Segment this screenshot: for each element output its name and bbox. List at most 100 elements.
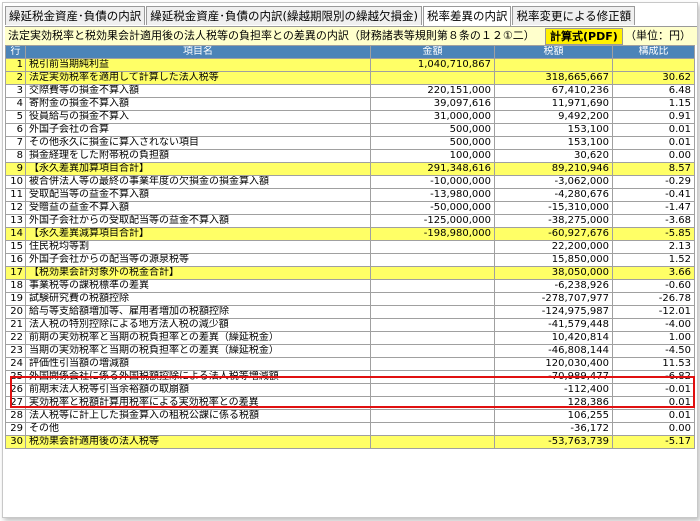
item-name-cell[interactable]: 法定実効税率を適用して計算した法人税等 xyxy=(25,71,371,85)
tab-deferred-tax-loss-carryforward[interactable]: 繰延税金資産･負債の内訳(繰越期限別の繰越欠損金) xyxy=(146,6,422,25)
item-name-cell[interactable]: 事業税等の課税標準の差異 xyxy=(25,279,371,293)
ratio-cell[interactable]: 0.91 xyxy=(612,110,695,124)
amount-cell[interactable]: 100,000 xyxy=(370,149,495,163)
item-name-cell[interactable]: 税引前当期純利益 xyxy=(25,58,371,72)
row-number-cell[interactable]: 21 xyxy=(5,318,26,332)
amount-cell[interactable]: 31,000,000 xyxy=(370,110,495,124)
table-row[interactable]: 9 【永久差異加算項目合計】 291,348,616 89,210,946 8.57 xyxy=(5,162,695,176)
table-row[interactable]: 15 住民税均等割 22,200,000 2.13 xyxy=(5,240,695,254)
item-name-cell[interactable]: その他永久に損金に算入されない項目 xyxy=(25,136,371,150)
tax-amount-cell[interactable]: -46,808,144 xyxy=(494,344,613,358)
tax-amount-cell[interactable]: -6,238,926 xyxy=(494,279,613,293)
row-number-cell[interactable]: 8 xyxy=(5,149,26,163)
table-row[interactable]: 21 法人税の特別控除による地方法人税の減少額 -41,579,448 -4.00 xyxy=(5,318,695,332)
row-number-cell[interactable]: 1 xyxy=(5,58,26,72)
row-number-cell[interactable]: 14 xyxy=(5,227,26,241)
item-name-cell[interactable]: 税効果会計適用後の法人税等 xyxy=(25,435,371,449)
amount-cell[interactable] xyxy=(370,357,495,371)
table-row[interactable]: 24 評価性引当額の増減額 120,030,400 11.53 xyxy=(5,357,695,371)
ratio-cell[interactable]: 1.52 xyxy=(612,253,695,267)
amount-cell[interactable] xyxy=(370,396,495,410)
tax-amount-cell[interactable]: -60,927,676 xyxy=(494,227,613,241)
table-row[interactable]: 16 外国子会社からの配当等の源泉税等 15,850,000 1.52 xyxy=(5,253,695,267)
tax-amount-cell[interactable]: -70,989,477 xyxy=(494,370,613,384)
table-row[interactable]: 1 税引前当期純利益 1,040,710,867 xyxy=(5,58,695,72)
ratio-cell[interactable]: 11.53 xyxy=(612,357,695,371)
amount-cell[interactable]: 500,000 xyxy=(370,136,495,150)
row-number-cell[interactable]: 3 xyxy=(5,84,26,98)
amount-cell[interactable] xyxy=(370,344,495,358)
table-row[interactable]: 17 【税効果会計対象外の税金合計】 38,050,000 3.66 xyxy=(5,266,695,280)
tax-amount-cell[interactable]: 22,200,000 xyxy=(494,240,613,254)
amount-cell[interactable] xyxy=(370,370,495,384)
formula-pdf-button[interactable]: 計算式(PDF) xyxy=(545,28,623,45)
ratio-cell[interactable]: 1.00 xyxy=(612,331,695,345)
tax-amount-cell[interactable]: -41,579,448 xyxy=(494,318,613,332)
tab-deferred-tax-breakdown[interactable]: 繰延税金資産･負債の内訳 xyxy=(5,6,146,25)
row-number-cell[interactable]: 23 xyxy=(5,344,26,358)
row-number-cell[interactable]: 20 xyxy=(5,305,26,319)
tab-tax-rate-change-adjustment[interactable]: 税率変更による修正額 xyxy=(512,6,636,25)
ratio-cell[interactable]: 0.01 xyxy=(612,123,695,137)
ratio-cell[interactable]: 30.62 xyxy=(612,71,695,85)
tax-amount-cell[interactable]: -38,275,000 xyxy=(494,214,613,228)
row-number-cell[interactable]: 29 xyxy=(5,422,26,436)
ratio-cell[interactable]: -0.01 xyxy=(612,383,695,397)
amount-cell[interactable] xyxy=(370,409,495,423)
tax-amount-cell[interactable]: 9,492,200 xyxy=(494,110,613,124)
tax-amount-cell[interactable]: -36,172 xyxy=(494,422,613,436)
ratio-cell[interactable]: -12.01 xyxy=(612,305,695,319)
amount-cell[interactable] xyxy=(370,266,495,280)
item-name-cell[interactable]: 損金経理をした附帯税の負担額 xyxy=(25,149,371,163)
table-row[interactable]: 4 寄附金の損金不算入額 39,097,616 11,971,690 1.15 xyxy=(5,97,695,111)
item-name-cell[interactable]: 当期の実効税率と当期の税負担率との差異（繰延税金） xyxy=(25,344,371,358)
table-row[interactable]: 19 試験研究費の税額控除 -278,707,977 -26.78 xyxy=(5,292,695,306)
ratio-cell[interactable]: -1.47 xyxy=(612,201,695,215)
tax-amount-cell[interactable]: -4,280,676 xyxy=(494,188,613,202)
item-name-cell[interactable]: 役員給与の損金不算入 xyxy=(25,110,371,124)
item-name-cell[interactable]: 外国子会社からの配当等の源泉税等 xyxy=(25,253,371,267)
amount-cell[interactable] xyxy=(370,422,495,436)
table-row[interactable]: 2 法定実効税率を適用して計算した法人税等 318,665,667 30.62 xyxy=(5,71,695,85)
table-row[interactable]: 11 受取配当等の益金不算入額 -13,980,000 -4,280,676 -0.41 xyxy=(5,188,695,202)
table-row[interactable]: 23 当期の実効税率と当期の税負担率との差異（繰延税金） -46,808,144 -4… xyxy=(5,344,695,358)
item-name-cell[interactable]: 外国子会社の合算 xyxy=(25,123,371,137)
table-row[interactable]: 13 外国子会社からの受取配当等の益金不算入額 -125,000,000 -38,27… xyxy=(5,214,695,228)
table-row[interactable]: 3 交際費等の損金不算入額 220,151,000 67,410,236 6.48 xyxy=(5,84,695,98)
item-name-cell[interactable]: 法人税の特別控除による地方法人税の減少額 xyxy=(25,318,371,332)
ratio-cell[interactable]: -0.29 xyxy=(612,175,695,189)
amount-cell[interactable]: -125,000,000 xyxy=(370,214,495,228)
row-number-cell[interactable]: 22 xyxy=(5,331,26,345)
ratio-cell[interactable]: 0.00 xyxy=(612,149,695,163)
amount-cell[interactable]: 1,040,710,867 xyxy=(370,58,495,72)
table-row[interactable]: 29 その他 -36,172 0.00 xyxy=(5,422,695,436)
tax-amount-cell[interactable]: -3,062,000 xyxy=(494,175,613,189)
amount-cell[interactable] xyxy=(370,305,495,319)
amount-cell[interactable] xyxy=(370,71,495,85)
row-number-cell[interactable]: 19 xyxy=(5,292,26,306)
row-number-cell[interactable]: 26 xyxy=(5,383,26,397)
row-number-cell[interactable]: 10 xyxy=(5,175,26,189)
tax-amount-cell[interactable]: -124,975,987 xyxy=(494,305,613,319)
table-row[interactable]: 20 給与等支給額増加等、雇用者増加の税額控除 -124,975,987 -12.01 xyxy=(5,305,695,319)
item-name-cell[interactable]: 寄附金の損金不算入額 xyxy=(25,97,371,111)
item-name-cell[interactable]: 前期末法人税等引当余裕額の取崩額 xyxy=(25,383,371,397)
tax-amount-cell[interactable]: 128,386 xyxy=(494,396,613,410)
amount-cell[interactable] xyxy=(370,383,495,397)
row-number-cell[interactable]: 6 xyxy=(5,123,26,137)
ratio-cell[interactable]: -3.68 xyxy=(612,214,695,228)
item-name-cell[interactable]: 外国子会社からの受取配当等の益金不算入額 xyxy=(25,214,371,228)
item-name-cell[interactable]: 被合併法人等の最終の事業年度の欠損金の損金算入額 xyxy=(25,175,371,189)
ratio-cell[interactable]: -4.00 xyxy=(612,318,695,332)
row-number-cell[interactable]: 12 xyxy=(5,201,26,215)
item-name-cell[interactable]: 評価性引当額の増減額 xyxy=(25,357,371,371)
ratio-cell[interactable]: 0.01 xyxy=(612,409,695,423)
row-number-cell[interactable]: 25 xyxy=(5,370,26,384)
row-number-cell[interactable]: 2 xyxy=(5,71,26,85)
amount-cell[interactable] xyxy=(370,318,495,332)
row-number-cell[interactable]: 9 xyxy=(5,162,26,176)
amount-cell[interactable]: -198,980,000 xyxy=(370,227,495,241)
row-number-cell[interactable]: 17 xyxy=(5,266,26,280)
row-number-cell[interactable]: 15 xyxy=(5,240,26,254)
tax-amount-cell[interactable]: 318,665,667 xyxy=(494,71,613,85)
